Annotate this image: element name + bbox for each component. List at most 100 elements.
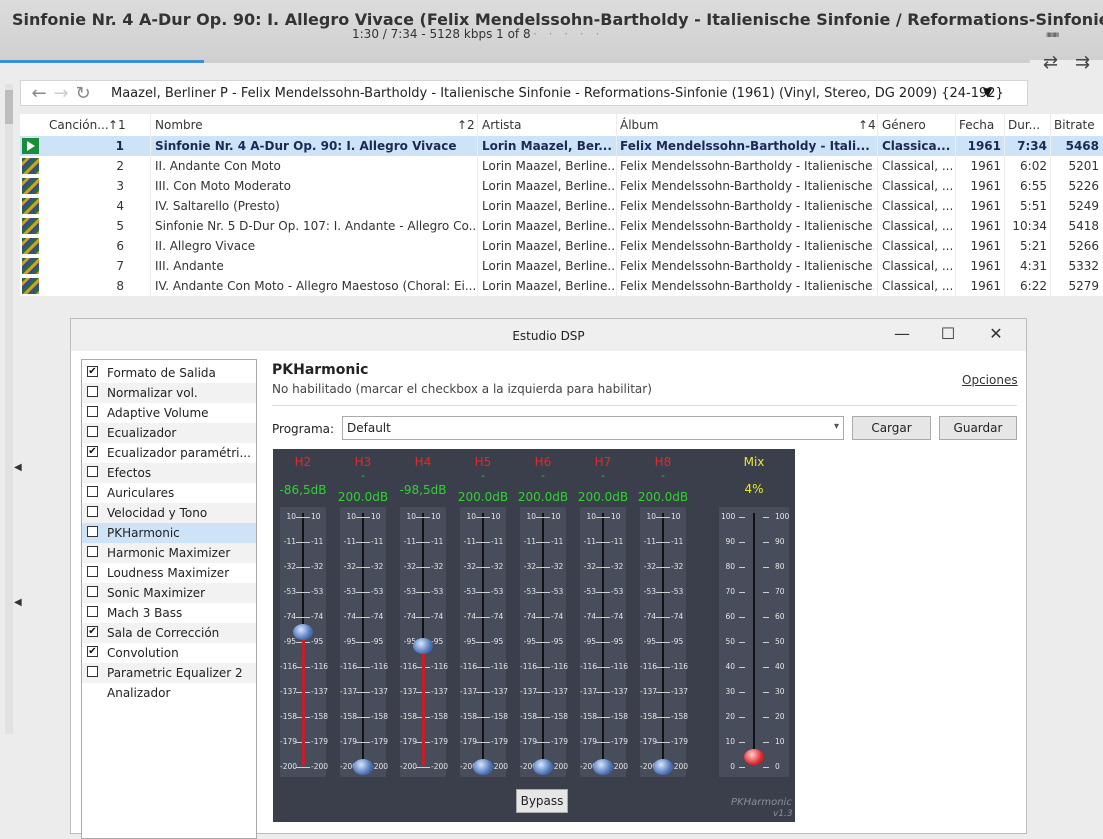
chevron-down-icon[interactable]: ▼ xyxy=(983,85,992,99)
cell-album: Felix Mendelssohn-Bartholdy - Italienisc… xyxy=(620,199,874,213)
plugin-item[interactable]: Harmonic Maximizer xyxy=(82,543,256,563)
plugin-item[interactable]: ✔ Convolution xyxy=(82,643,256,663)
plugin-checkbox[interactable]: ✔ xyxy=(87,366,98,377)
cell-album: Felix Mendelssohn-Bartholdy - Itali... xyxy=(620,139,870,153)
plugin-item[interactable]: Ecualizador xyxy=(82,423,256,443)
rating-dots[interactable]: · · · · · xyxy=(533,27,603,41)
mix-knob[interactable] xyxy=(744,749,764,765)
slider-rail xyxy=(362,513,364,765)
slider-knob[interactable] xyxy=(293,623,313,640)
plugin-item[interactable]: Sonic Maximizer xyxy=(82,583,256,603)
col-header-duration[interactable]: Dur... xyxy=(1008,118,1040,132)
table-row[interactable]: 6 II. Allegro Vivace Lorin Maazel, Berline… xyxy=(20,236,1103,256)
slider-tick-label: -137 xyxy=(520,687,538,696)
slider-knob[interactable] xyxy=(593,759,613,775)
album-path-selector[interactable]: Maazel, Berliner P - Felix Mendelssohn-B… xyxy=(111,86,1004,101)
plugin-item[interactable]: Loudness Maximizer xyxy=(82,563,256,583)
plugin-checkbox[interactable] xyxy=(87,386,98,397)
col-header-artist[interactable]: Artista xyxy=(482,118,522,132)
load-button[interactable]: Cargar xyxy=(852,416,931,440)
bypass-button[interactable]: Bypass xyxy=(516,789,568,813)
col-header-genre[interactable]: Género xyxy=(882,118,926,132)
cell-dur: 7:34 xyxy=(1017,139,1047,153)
plugin-checkbox[interactable]: ✔ xyxy=(87,626,98,637)
col-header-track-sort: ↑1 xyxy=(108,118,126,132)
plugin-checkbox[interactable] xyxy=(87,586,98,597)
plugin-item[interactable]: Velocidad y Tono xyxy=(82,503,256,523)
table-row[interactable]: 2 II. Andante Con Moto Lorin Maazel, Berli… xyxy=(20,156,1103,176)
table-row[interactable]: 7 III. Andante Lorin Maazel, Berline... Fel… xyxy=(20,256,1103,276)
col-header-album-sort: ↑4 xyxy=(858,118,876,132)
plugin-checkbox[interactable]: ✔ xyxy=(87,646,98,657)
plugin-checkbox[interactable] xyxy=(87,466,98,477)
slider-knob[interactable] xyxy=(473,759,493,775)
table-row[interactable]: 3 III. Con Moto Moderato Lorin Maazel, Ber… xyxy=(20,176,1103,196)
minimize-button[interactable]: — xyxy=(887,324,917,343)
left-scrollbar-thumb[interactable] xyxy=(5,90,13,124)
plugin-checkbox[interactable] xyxy=(87,546,98,557)
col-header-track[interactable]: Canción... xyxy=(49,118,109,132)
slider-tick-line xyxy=(476,592,490,593)
cell-num: 4 xyxy=(116,199,124,213)
col-header-title[interactable]: Nombre xyxy=(155,118,203,132)
plugin-item[interactable]: Normalizar vol. xyxy=(82,383,256,403)
plugin-item[interactable]: ✔ Sala de Corrección xyxy=(82,623,256,643)
plugin-item[interactable]: Mach 3 Bass xyxy=(82,603,256,623)
harmonic-channel-value: 200.0dB xyxy=(517,490,569,504)
save-button[interactable]: Guardar xyxy=(939,416,1017,440)
chevron-down-icon[interactable]: ▾ xyxy=(834,421,839,432)
maximize-button[interactable]: ☐ xyxy=(933,324,963,343)
plugin-checkbox[interactable] xyxy=(87,486,98,497)
plugin-checkbox[interactable] xyxy=(87,666,98,677)
slider-knob[interactable] xyxy=(533,759,553,775)
table-row[interactable]: 5 Sinfonie Nr. 5 D-Dur Op. 107: I. Andant… xyxy=(20,216,1103,236)
table-row[interactable]: 1 Sinfonie Nr. 4 A-Dur Op. 90: I. Allegro… xyxy=(20,136,1103,156)
slider-knob[interactable] xyxy=(653,759,673,775)
plugin-checkbox[interactable] xyxy=(87,426,98,437)
slider-tick-label: -95 xyxy=(523,637,536,646)
dsp-studio-window: Estudio DSP — ☐ ✕ ✔ Formato de Salida Norm… xyxy=(70,318,1027,839)
slider-tick-label: -11 xyxy=(343,537,356,546)
options-link[interactable]: Opciones xyxy=(962,373,1018,387)
col-header-date[interactable]: Fecha xyxy=(959,118,994,132)
slider-tick-label: -32 xyxy=(643,562,656,571)
plugin-item[interactable]: Analizador xyxy=(82,683,256,703)
left-scrollbar[interactable] xyxy=(5,84,13,734)
repeat-icon[interactable]: ⇄ xyxy=(1043,52,1058,73)
plugin-checkbox[interactable]: ✔ xyxy=(87,446,98,457)
col-header-album[interactable]: Álbum xyxy=(620,118,658,132)
plugin-item[interactable]: Parametric Equalizer 2 xyxy=(82,663,256,683)
left-collapse-arrow-icon[interactable]: ◀ xyxy=(14,462,22,473)
seek-bar[interactable] xyxy=(0,60,1030,63)
slider-tick-line xyxy=(536,592,550,593)
cell-artist: Lorin Maazel, Berline... xyxy=(482,199,616,213)
program-select[interactable]: Default ▾ xyxy=(342,416,844,440)
plugin-item[interactable]: ✔ Ecualizador paramétri... xyxy=(82,443,256,463)
slider-knob[interactable] xyxy=(353,759,373,775)
plugin-item[interactable]: Adaptive Volume xyxy=(82,403,256,423)
col-header-bitrate[interactable]: Bitrate xyxy=(1054,118,1095,132)
plugin-item[interactable]: ✔ Formato de Salida xyxy=(82,363,256,383)
cell-date: 1961 xyxy=(970,179,1001,193)
harmonic-dash: - xyxy=(541,471,545,482)
plugin-item[interactable]: Efectos xyxy=(82,463,256,483)
close-button[interactable]: ✕ xyxy=(981,324,1011,343)
plugin-checkbox[interactable] xyxy=(87,566,98,577)
shuffle-icon[interactable]: ⇉ xyxy=(1075,52,1090,73)
refresh-icon[interactable]: ↻ xyxy=(73,83,93,104)
plugin-checkbox[interactable] xyxy=(87,606,98,617)
back-arrow-icon[interactable]: ← xyxy=(29,83,49,104)
plugin-checkbox[interactable] xyxy=(87,526,98,537)
plugin-item[interactable]: PKHarmonic xyxy=(82,523,256,543)
forward-arrow-icon[interactable]: → xyxy=(51,83,71,104)
slider-tick-label: -74 xyxy=(523,612,536,621)
dsp-titlebar[interactable]: Estudio DSP — ☐ ✕ xyxy=(71,319,1026,351)
plugin-item[interactable]: Auriculares xyxy=(82,483,256,503)
plugin-checkbox[interactable] xyxy=(87,406,98,417)
table-row[interactable]: 4 IV. Saltarello (Presto) Lorin Maazel, Be… xyxy=(20,196,1103,216)
slider-tick-label: -53 xyxy=(283,587,296,596)
plugin-checkbox[interactable] xyxy=(87,506,98,517)
left-collapse-arrow-icon[interactable]: ◀ xyxy=(14,597,22,608)
table-row[interactable]: 8 IV. Andante Con Moto - Allegro Maestoso… xyxy=(20,276,1103,296)
cell-date: 1961 xyxy=(970,239,1001,253)
